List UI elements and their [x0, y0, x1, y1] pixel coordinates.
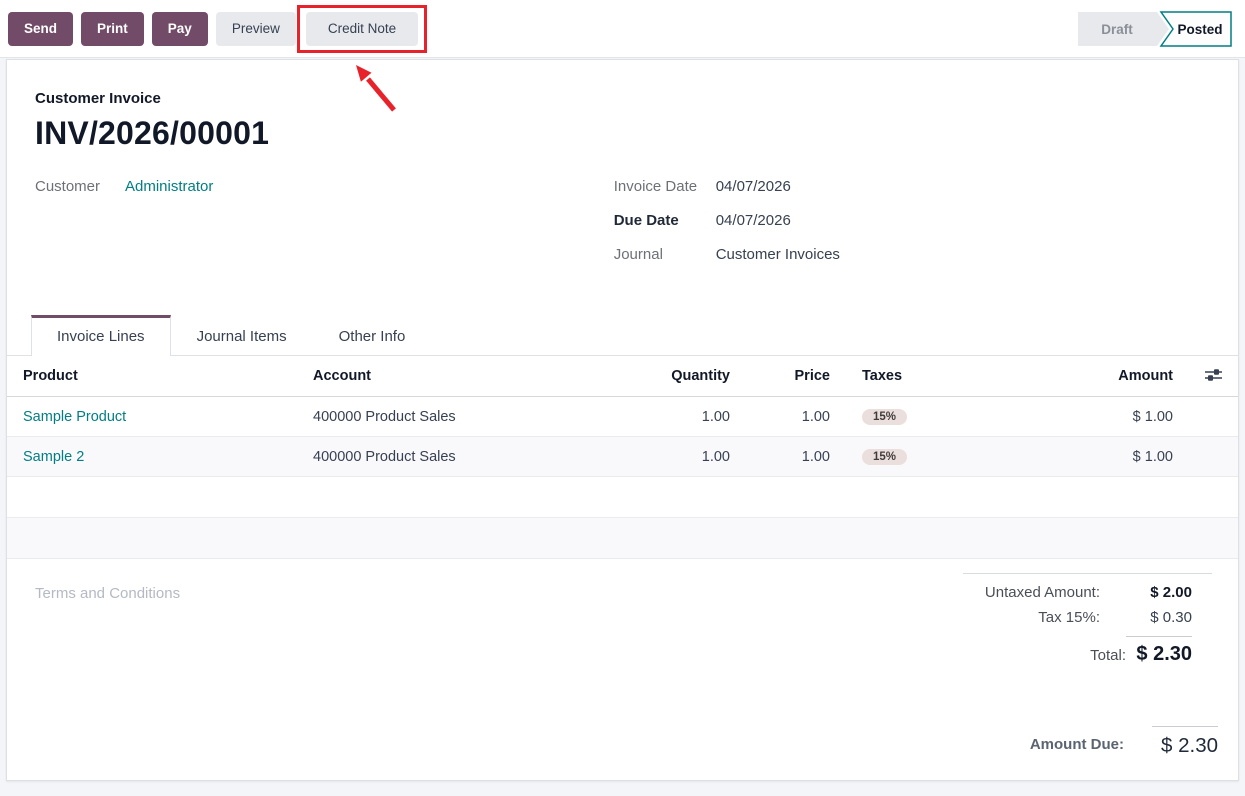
tab-journal-items[interactable]: Journal Items — [171, 315, 313, 356]
amount-cell: $ 1.00 — [1011, 397, 1189, 437]
price-cell: 1.00 — [746, 397, 846, 437]
field-column-right: Invoice Date 04/07/2026 Due Date 04/07/2… — [612, 178, 1212, 280]
field-column-left: Customer Administrator — [35, 178, 612, 280]
amount-due-value: $ 2.30 — [1152, 726, 1218, 758]
customer-label: Customer — [35, 178, 125, 195]
col-header-quantity[interactable]: Quantity — [621, 356, 746, 397]
status-posted-label[interactable]: Posted — [1177, 22, 1222, 37]
optional-columns-sliders-icon[interactable] — [1205, 368, 1222, 382]
tab-invoice-lines[interactable]: Invoice Lines — [31, 315, 171, 356]
invoice-form-sheet: Customer Invoice INV/2026/00001 Customer… — [6, 59, 1239, 781]
amount-due-label: Amount Due: — [1030, 736, 1124, 753]
table-header-row: Product Account Quantity Price Taxes Amo… — [7, 356, 1238, 397]
total-label: Total: — [1090, 647, 1126, 664]
sheet-header-area: Customer Invoice INV/2026/00001 Customer… — [7, 60, 1238, 280]
tax-badge: 15% — [862, 409, 907, 425]
preview-button[interactable]: Preview — [216, 12, 296, 46]
invoice-date-field-row: Invoice Date 04/07/2026 — [614, 178, 1212, 195]
due-date-field-row: Due Date 04/07/2026 — [614, 212, 1212, 229]
invoice-line-row[interactable]: Sample Product 400000 Product Sales 1.00… — [7, 397, 1238, 437]
due-date-label: Due Date — [614, 212, 716, 229]
empty-row — [7, 477, 1238, 518]
invoice-line-row[interactable]: Sample 2 400000 Product Sales 1.00 1.00 … — [7, 437, 1238, 477]
due-date-value[interactable]: 04/07/2026 — [716, 212, 791, 229]
document-type-label: Customer Invoice — [35, 90, 1212, 107]
toolbar: Send Print Pay Preview Credit Note Draft… — [0, 0, 1245, 58]
terms-and-conditions-placeholder[interactable]: Terms and Conditions — [35, 585, 180, 602]
total-value: $ 2.30 — [1126, 636, 1192, 666]
account-cell: 400000 Product Sales — [297, 397, 621, 437]
col-header-taxes[interactable]: Taxes — [846, 356, 1011, 397]
untaxed-amount-row: Untaxed Amount: $ 2.00 — [963, 584, 1192, 601]
col-header-price[interactable]: Price — [746, 356, 846, 397]
journal-label: Journal — [614, 246, 716, 263]
quantity-cell: 1.00 — [621, 397, 746, 437]
product-link[interactable]: Sample 2 — [23, 449, 84, 465]
customer-value-link[interactable]: Administrator — [125, 178, 213, 195]
invoice-date-value[interactable]: 04/07/2026 — [716, 178, 791, 195]
invoice-number: INV/2026/00001 — [35, 115, 1212, 152]
price-cell: 1.00 — [746, 437, 846, 477]
quantity-cell: 1.00 — [621, 437, 746, 477]
untaxed-amount-value: $ 2.00 — [1100, 584, 1192, 601]
account-cell: 400000 Product Sales — [297, 437, 621, 477]
sheet-footer-area: Terms and Conditions Untaxed Amount: $ 2… — [7, 559, 1238, 674]
tax-label: Tax 15%: — [1038, 609, 1100, 626]
col-header-product[interactable]: Product — [7, 356, 297, 397]
tax-value: $ 0.30 — [1100, 609, 1192, 626]
invoice-date-label: Invoice Date — [614, 178, 716, 195]
row-options-cell — [1189, 437, 1238, 477]
pay-button[interactable]: Pay — [152, 12, 208, 46]
tax-row: Tax 15%: $ 0.30 — [963, 609, 1192, 626]
send-button[interactable]: Send — [8, 12, 73, 46]
col-header-options — [1189, 356, 1238, 397]
notebook-tabs: Invoice Lines Journal Items Other Info — [7, 314, 1238, 356]
tab-other-info[interactable]: Other Info — [313, 315, 432, 356]
amount-cell: $ 1.00 — [1011, 437, 1189, 477]
journal-value[interactable]: Customer Invoices — [716, 246, 840, 263]
col-header-account[interactable]: Account — [297, 356, 621, 397]
empty-row — [7, 518, 1238, 559]
field-group: Customer Administrator Invoice Date 04/0… — [35, 178, 1212, 280]
customer-field-row: Customer Administrator — [35, 178, 612, 195]
product-link[interactable]: Sample Product — [23, 409, 126, 425]
tax-badge: 15% — [862, 449, 907, 465]
journal-field-row: Journal Customer Invoices — [614, 246, 1212, 263]
credit-note-button[interactable]: Credit Note — [306, 12, 418, 46]
status-draft-label[interactable]: Draft — [1101, 22, 1133, 37]
total-row: Total: $ 2.30 — [963, 634, 1192, 666]
row-options-cell — [1189, 397, 1238, 437]
untaxed-amount-label: Untaxed Amount: — [985, 584, 1100, 601]
credit-note-wrapper: Credit Note — [306, 12, 418, 46]
invoice-lines-table: Product Account Quantity Price Taxes Amo… — [7, 356, 1238, 559]
amount-due-block: Amount Due: $ 2.30 — [7, 726, 1238, 758]
col-header-amount[interactable]: Amount — [1011, 356, 1189, 397]
status-bar: Draft Posted — [1077, 11, 1233, 47]
print-button[interactable]: Print — [81, 12, 144, 46]
totals-block: Untaxed Amount: $ 2.00 Tax 15%: $ 0.30 T… — [963, 573, 1212, 674]
